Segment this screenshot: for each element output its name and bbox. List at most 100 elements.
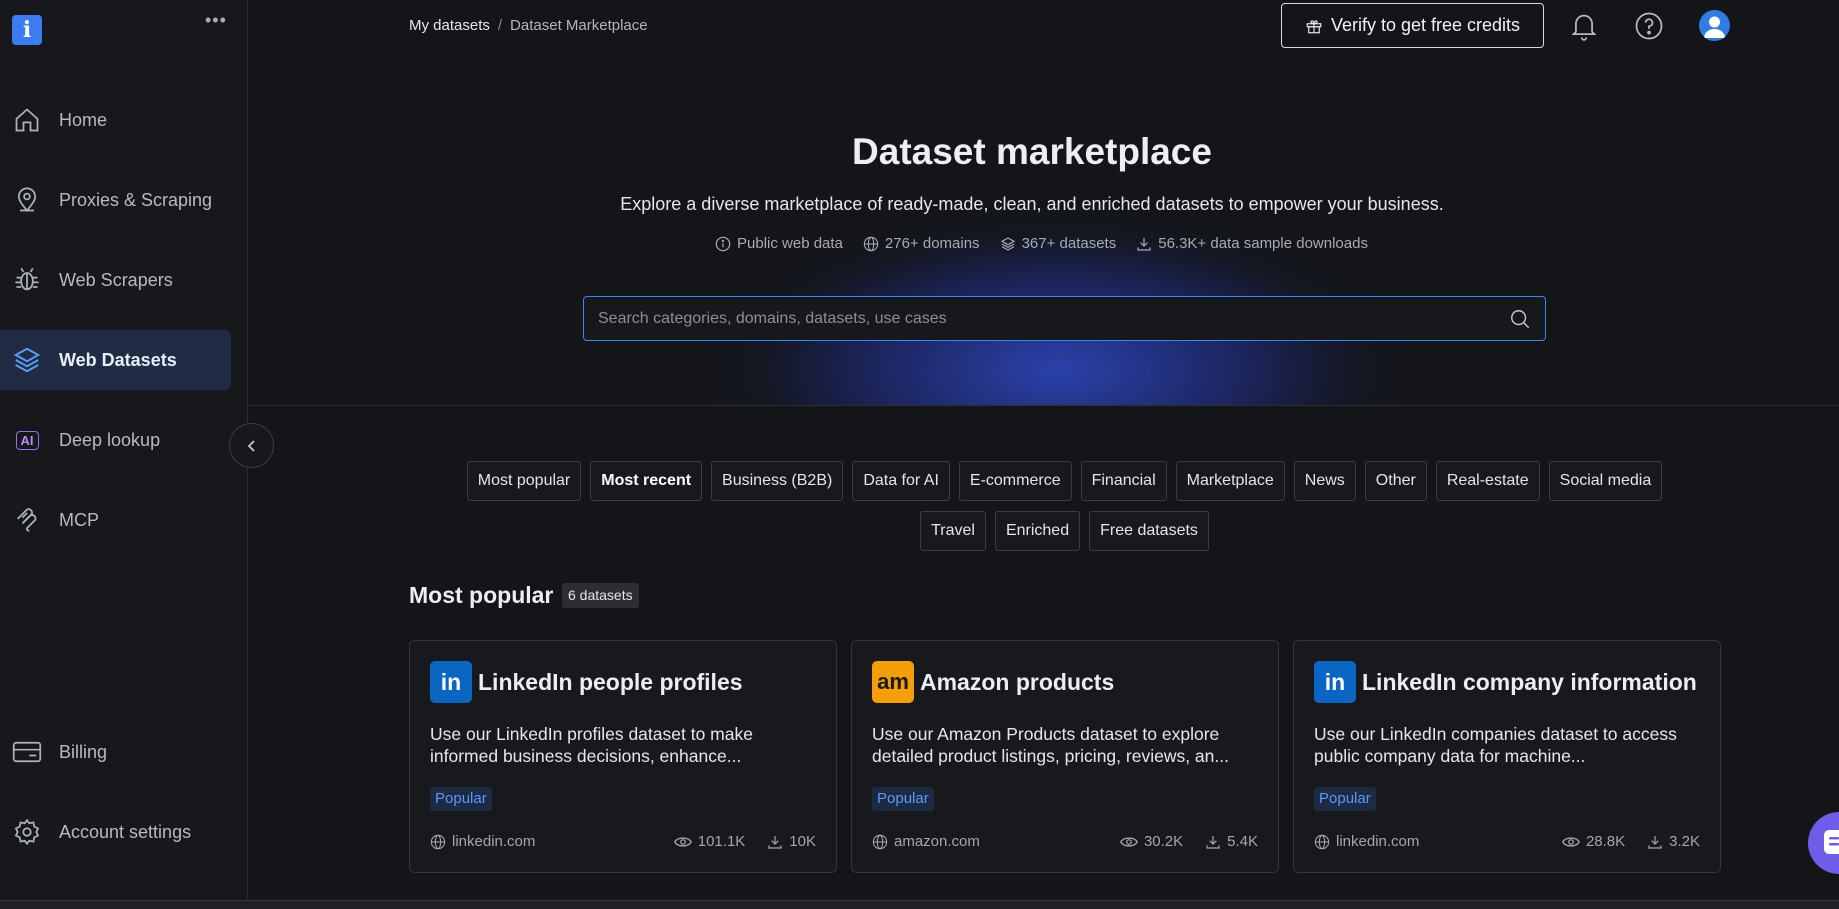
dataset-count-badge: 6 datasets bbox=[562, 583, 639, 608]
card-downloads: 5.4K bbox=[1205, 833, 1258, 850]
breadcrumb-separator: / bbox=[497, 17, 503, 34]
card-title: LinkedIn company information bbox=[1362, 669, 1697, 695]
page-subtitle: Explore a diverse marketplace of ready-m… bbox=[620, 194, 1444, 214]
sidebar-item-proxies[interactable]: Proxies & Scraping bbox=[0, 170, 231, 230]
sidebar: i ••• Home Proxies & Scraping Web Scrape… bbox=[0, 0, 248, 909]
linkedin-logo-icon: in bbox=[1314, 661, 1356, 703]
stat-downloads: 56.3K+ data sample downloads bbox=[1136, 235, 1368, 252]
chevron-left-icon bbox=[247, 439, 255, 452]
more-options-icon[interactable]: ••• bbox=[205, 10, 227, 31]
sidebar-item-mcp[interactable]: MCP bbox=[0, 490, 231, 550]
category-filters: Most popular Most recent Business (B2B) … bbox=[409, 461, 1720, 561]
filter-enriched[interactable]: Enriched bbox=[994, 511, 1081, 551]
chat-widget-button[interactable] bbox=[1808, 812, 1839, 874]
sidebar-item-label: MCP bbox=[59, 509, 99, 530]
card-domain: linkedin.com bbox=[430, 833, 652, 850]
sidebar-item-billing[interactable]: Billing bbox=[0, 722, 231, 782]
sidebar-item-label: Web Scrapers bbox=[59, 269, 173, 290]
eye-icon bbox=[1561, 836, 1580, 847]
stat-domains: 276+ domains bbox=[863, 235, 980, 252]
filter-financial[interactable]: Financial bbox=[1080, 461, 1167, 501]
collapse-sidebar-button[interactable] bbox=[229, 423, 274, 468]
search-box[interactable] bbox=[583, 296, 1546, 341]
breadcrumb-my-datasets[interactable]: My datasets bbox=[409, 17, 490, 34]
layers-icon bbox=[12, 345, 42, 375]
verify-free-credits-button[interactable]: Verify to get free credits bbox=[1281, 3, 1544, 48]
info-icon bbox=[715, 236, 731, 251]
filter-e-commerce[interactable]: E-commerce bbox=[958, 461, 1072, 501]
dataset-card-amazon-products[interactable]: am Amazon products Use our Amazon Produc… bbox=[851, 640, 1279, 873]
globe-icon bbox=[872, 834, 888, 849]
filter-news[interactable]: News bbox=[1293, 461, 1356, 501]
sidebar-item-web-datasets[interactable]: Web Datasets bbox=[0, 330, 231, 390]
card-description: Use our Amazon Products dataset to explo… bbox=[872, 724, 1229, 766]
download-icon bbox=[1206, 835, 1220, 849]
card-footer: linkedin.com 101.1K 10K bbox=[430, 833, 816, 850]
layers-icon bbox=[1000, 236, 1015, 251]
dataset-card-linkedin-company[interactable]: in LinkedIn company information Use our … bbox=[1293, 640, 1721, 873]
filter-marketplace[interactable]: Marketplace bbox=[1175, 461, 1285, 501]
card-downloads: 10K bbox=[767, 833, 816, 850]
filter-real-estate[interactable]: Real-estate bbox=[1435, 461, 1540, 501]
sidebar-item-home[interactable]: Home bbox=[0, 90, 231, 150]
bell-icon[interactable] bbox=[1568, 10, 1600, 42]
help-icon[interactable] bbox=[1633, 10, 1665, 42]
stats-row: Public web data 276+ domains 367+ datase… bbox=[715, 235, 1368, 252]
card-downloads: 3.2K bbox=[1647, 833, 1700, 850]
card-views: 101.1K bbox=[673, 833, 745, 850]
filter-row-2: Travel Enriched Free datasets bbox=[409, 511, 1720, 551]
sidebar-item-deep-lookup[interactable]: AI Deep lookup bbox=[0, 410, 231, 470]
filter-travel[interactable]: Travel bbox=[920, 511, 986, 551]
card-domain: amazon.com bbox=[872, 833, 1098, 850]
bottom-scroll-edge bbox=[0, 900, 1839, 909]
filter-data-for-ai[interactable]: Data for AI bbox=[852, 461, 950, 501]
globe-icon bbox=[863, 236, 879, 251]
card-description: Use our LinkedIn companies dataset to ac… bbox=[1314, 724, 1677, 766]
page-title: Dataset marketplace bbox=[852, 131, 1212, 172]
filter-most-popular[interactable]: Most popular bbox=[466, 461, 582, 501]
sidebar-item-label: Home bbox=[59, 109, 108, 130]
card-footer: linkedin.com 28.8K 3.2K bbox=[1314, 833, 1700, 850]
filter-most-recent[interactable]: Most recent bbox=[590, 461, 703, 501]
dataset-card-linkedin-people[interactable]: in LinkedIn people profiles Use our Link… bbox=[409, 640, 837, 873]
stat-public-web-data: Public web data bbox=[715, 235, 843, 252]
sidebar-item-label: Proxies & Scraping bbox=[59, 189, 213, 210]
sidebar-item-label: Deep lookup bbox=[59, 429, 161, 450]
chat-icon bbox=[1824, 830, 1839, 854]
filter-other[interactable]: Other bbox=[1364, 461, 1427, 501]
stat-datasets: 367+ datasets bbox=[1000, 235, 1116, 252]
filter-row-1: Most popular Most recent Business (B2B) … bbox=[409, 461, 1720, 501]
card-footer: amazon.com 30.2K 5.4K bbox=[872, 833, 1258, 850]
filter-business-b2b[interactable]: Business (B2B) bbox=[711, 461, 844, 501]
map-pin-icon bbox=[12, 185, 42, 215]
ai-icon: AI bbox=[12, 425, 42, 455]
popular-badge: Popular bbox=[872, 787, 934, 811]
download-icon bbox=[1137, 237, 1151, 251]
credit-card-icon bbox=[12, 737, 42, 767]
app-logo[interactable]: i bbox=[12, 15, 42, 45]
hero-section: Dataset marketplace Explore a diverse ma… bbox=[249, 60, 1839, 406]
sidebar-item-label: Billing bbox=[59, 741, 108, 762]
sidebar-item-account-settings[interactable]: Account settings bbox=[0, 802, 231, 862]
gear-icon bbox=[12, 817, 42, 847]
search-input[interactable] bbox=[598, 309, 1509, 328]
card-title: Amazon products bbox=[920, 669, 1115, 695]
card-views: 30.2K bbox=[1119, 833, 1183, 850]
download-icon bbox=[768, 835, 782, 849]
popular-badge: Popular bbox=[1314, 787, 1376, 811]
filter-social-media[interactable]: Social media bbox=[1548, 461, 1663, 501]
popular-badge: Popular bbox=[430, 787, 492, 811]
home-icon bbox=[12, 105, 42, 135]
sidebar-item-web-scrapers[interactable]: Web Scrapers bbox=[0, 250, 231, 310]
breadcrumb-current: Dataset Marketplace bbox=[510, 17, 648, 34]
sidebar-item-label: Web Datasets bbox=[59, 349, 177, 370]
eye-icon bbox=[673, 836, 692, 847]
globe-icon bbox=[430, 834, 446, 849]
eye-icon bbox=[1119, 836, 1138, 847]
filter-free-datasets[interactable]: Free datasets bbox=[1089, 511, 1209, 551]
bug-icon bbox=[12, 265, 42, 295]
avatar[interactable] bbox=[1699, 10, 1730, 41]
gift-icon bbox=[1306, 19, 1322, 33]
globe-icon bbox=[1314, 834, 1330, 849]
search-icon[interactable] bbox=[1509, 308, 1531, 330]
